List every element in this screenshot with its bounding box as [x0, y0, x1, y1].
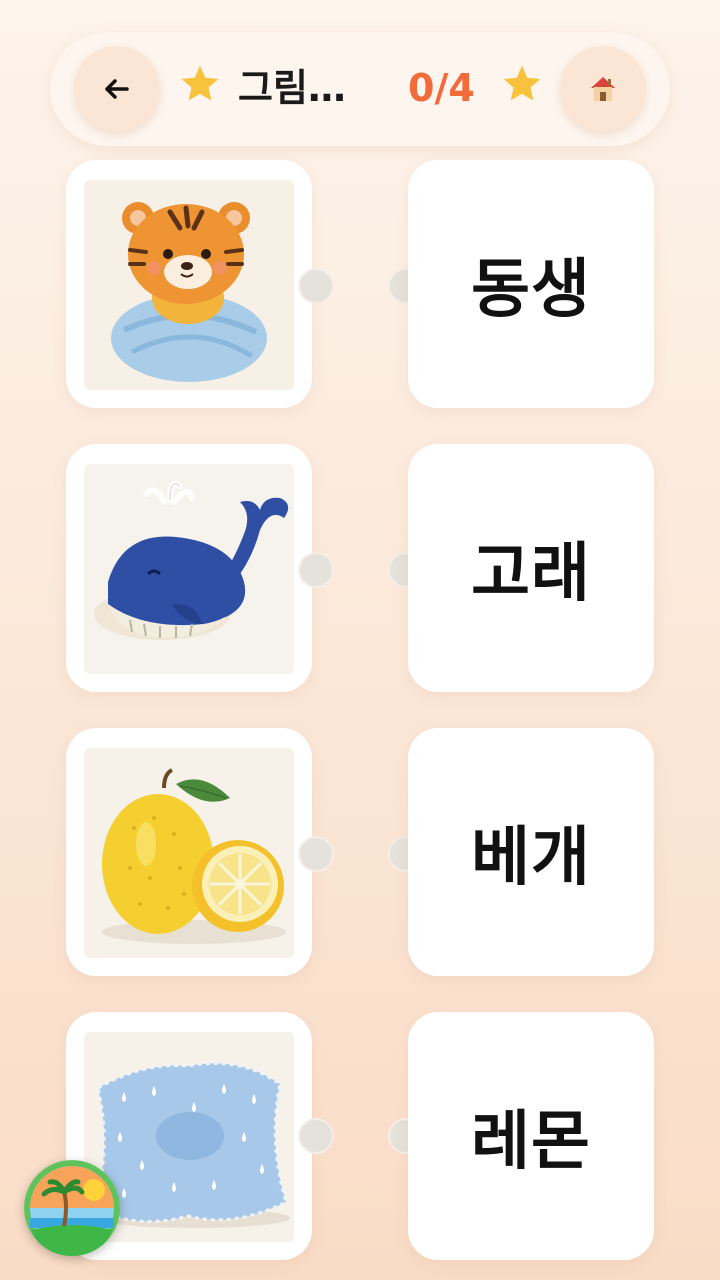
house-icon: [591, 77, 615, 101]
top-bar: 그림… 0/4: [50, 32, 670, 146]
word-card[interactable]: 동생: [408, 160, 654, 408]
tiger-baby-image: [84, 180, 294, 390]
word-card[interactable]: 베개: [408, 728, 654, 976]
beach-island-logo: [24, 1160, 120, 1256]
lemon-image: [84, 748, 294, 958]
connector-dot-left[interactable]: [298, 552, 334, 588]
connector-dot-left[interactable]: [298, 836, 334, 872]
arrow-left-icon: [105, 79, 129, 99]
back-button[interactable]: [74, 46, 160, 132]
word-label: 고래: [471, 537, 591, 611]
connector-dot-left[interactable]: [298, 268, 334, 304]
star-icon: [503, 65, 541, 101]
page-title: 그림…: [238, 66, 346, 110]
picture-card-lemon[interactable]: [66, 728, 312, 976]
home-button[interactable]: [560, 46, 646, 132]
score-counter: 0/4: [408, 66, 475, 110]
app-logo-badge[interactable]: [24, 1160, 120, 1256]
word-label: 레몬: [471, 1105, 591, 1179]
word-card[interactable]: 레몬: [408, 1012, 654, 1260]
star-icon: [181, 65, 219, 101]
picture-card-whale[interactable]: [66, 444, 312, 692]
word-label: 동생: [471, 253, 591, 327]
connector-dot-left[interactable]: [298, 1118, 334, 1154]
word-label: 베개: [471, 821, 591, 895]
word-card[interactable]: 고래: [408, 444, 654, 692]
whale-image: [84, 464, 294, 674]
picture-card-tiger[interactable]: [66, 160, 312, 408]
